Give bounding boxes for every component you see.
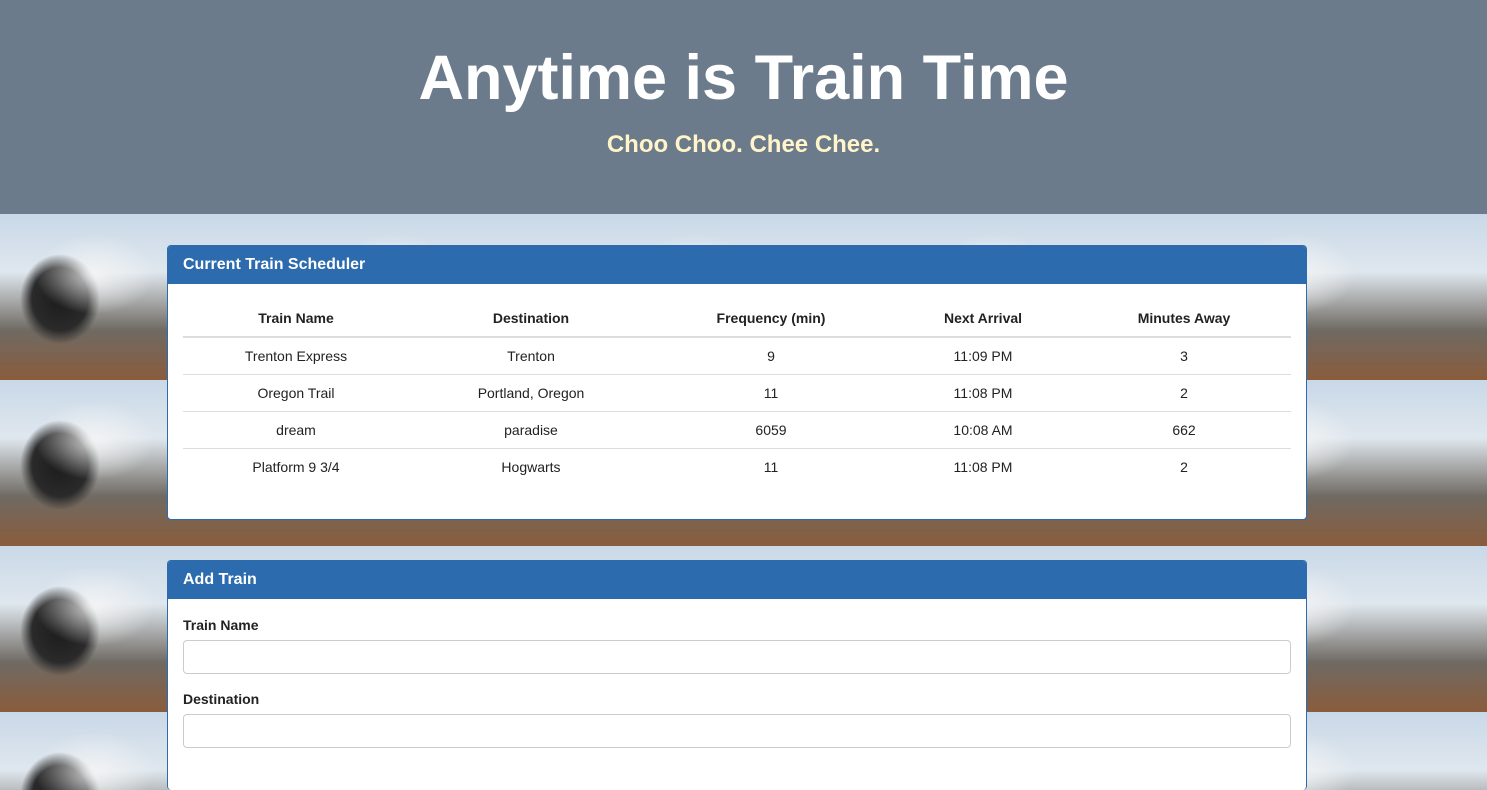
schedule-panel-heading: Current Train Scheduler xyxy=(168,246,1306,284)
header-banner: Anytime is Train Time Choo Choo. Chee Ch… xyxy=(0,0,1487,214)
cell-train-name: Trenton Express xyxy=(183,337,409,375)
destination-label: Destination xyxy=(183,691,260,707)
cell-next-arrival: 11:08 PM xyxy=(889,374,1077,412)
cell-destination: Hogwarts xyxy=(501,459,561,475)
table-row: Oregon Trail Portland, Oregon 11 11:08 P… xyxy=(183,374,1291,412)
cell-destination: Portland, Oregon xyxy=(409,374,653,412)
cell-next-arrival: 11:09 PM xyxy=(889,337,1077,375)
cell-frequency: 11 xyxy=(653,374,889,412)
cell-frequency: 11 xyxy=(763,459,779,475)
column-header-destination: Destination xyxy=(409,300,653,338)
column-header-next-arrival: Next Arrival xyxy=(889,300,1077,338)
page-subtitle: Choo Choo. Chee Chee. xyxy=(606,131,881,158)
cell-next-arrival: 11:08 PM xyxy=(953,459,1013,475)
cell-minutes-away: 3 xyxy=(1077,337,1291,375)
cell-train-name: Oregon Trail xyxy=(183,374,409,412)
destination-input[interactable] xyxy=(183,714,1291,748)
schedule-panel: Current Train Scheduler Train Name Desti… xyxy=(167,245,1307,520)
page-title: Anytime is Train Time xyxy=(418,43,1069,113)
table-row: dream paradise 6059 10:08 AM 662 xyxy=(183,411,1291,449)
cell-train-name: Platform 9 3/4 xyxy=(252,459,340,475)
table-header-row: Train Name Destination Frequency (min) N… xyxy=(183,300,1291,338)
cell-destination: Trenton xyxy=(409,337,653,375)
train-schedule-table: Train Name Destination Frequency (min) N… xyxy=(183,300,1291,485)
column-header-minutes-away: Minutes Away xyxy=(1077,300,1291,338)
cell-destination: paradise xyxy=(409,411,653,449)
cell-next-arrival: 10:08 AM xyxy=(889,411,1077,449)
train-name-label: Train Name xyxy=(183,617,259,633)
cell-frequency: 9 xyxy=(653,337,889,375)
table-row: Trenton Express Trenton 9 11:09 PM 3 xyxy=(183,337,1291,375)
cell-train-name: dream xyxy=(183,411,409,449)
cell-minutes-away: 2 xyxy=(1180,459,1188,475)
table-row: Platform 9 3/4 Hogwarts 11 11:08 PM 2 xyxy=(183,449,1291,486)
cell-minutes-away: 2 xyxy=(1077,374,1291,412)
add-train-panel-heading: Add Train xyxy=(168,561,1306,599)
cell-minutes-away: 662 xyxy=(1077,411,1291,449)
add-train-panel: Add Train Train Name Destination xyxy=(167,560,1307,790)
train-name-input[interactable] xyxy=(183,640,1291,674)
column-header-frequency: Frequency (min) xyxy=(653,300,889,338)
cell-frequency: 6059 xyxy=(653,411,889,449)
column-header-train-name: Train Name xyxy=(183,300,409,338)
